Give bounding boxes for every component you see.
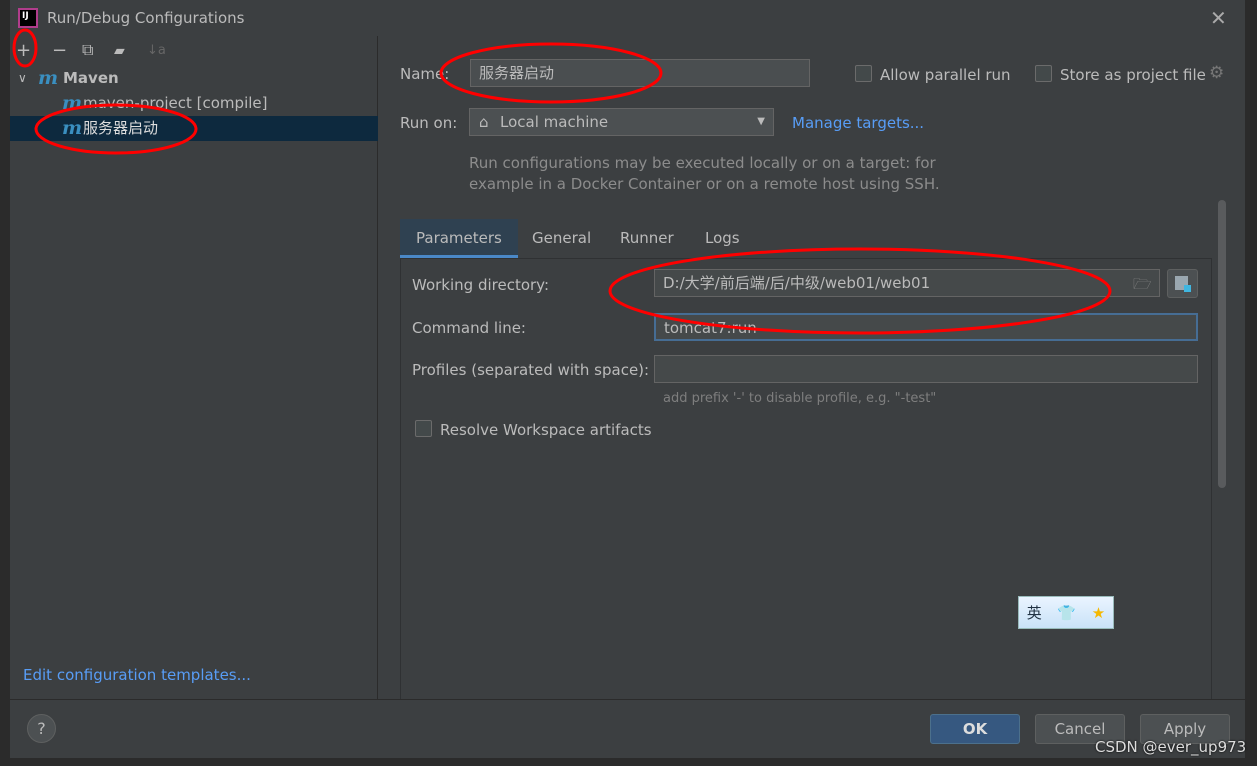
annotation-circle <box>439 42 663 104</box>
annotation-circle <box>608 247 1112 335</box>
annotation-circle <box>12 28 38 68</box>
annotation-circle <box>34 103 198 155</box>
annotation-overlay <box>12 28 1112 335</box>
